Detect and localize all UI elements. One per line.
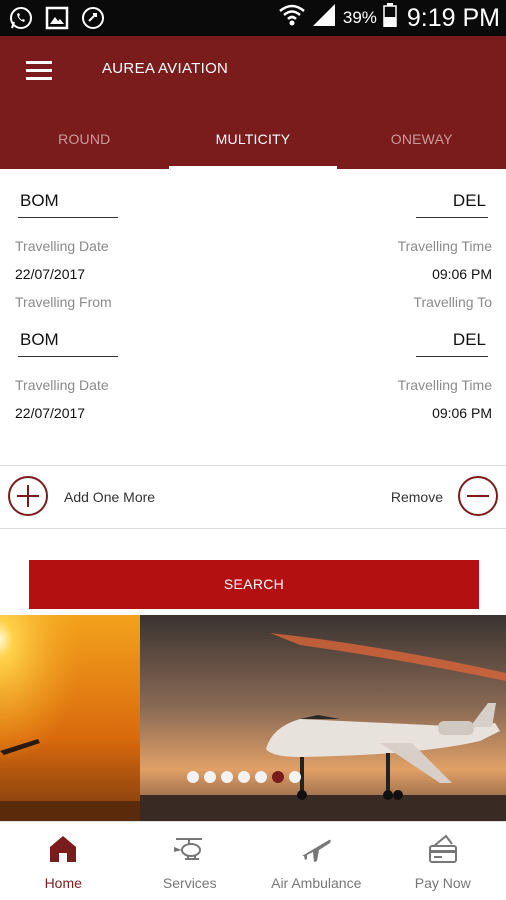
card-payment-icon [428,834,457,863]
nav-air-ambulance[interactable]: Air Ambulance [253,822,380,900]
carousel-dot[interactable] [221,771,233,783]
home-icon [50,836,77,862]
phone-sync-icon [80,5,106,31]
search-button[interactable]: SEARCH [29,560,479,609]
image-icon [44,5,70,31]
date-label: Travelling Date [15,238,109,254]
to-field[interactable]: DEL [416,191,488,218]
nav-label: Air Ambulance [271,875,362,891]
nav-label: Pay Now [414,875,471,891]
banner-image [0,615,506,821]
date-value[interactable]: 22/07/2017 [15,405,85,421]
time-value[interactable]: 09:06 PM [432,405,492,421]
banner-carousel[interactable] [0,615,506,821]
app-bar: AUREA AVIATION ROUND MULTICITY ONEWAY [0,36,506,169]
to-field[interactable]: DEL [416,330,488,357]
date-label: Travelling Date [15,377,109,393]
time-value[interactable]: 09:06 PM [432,266,492,282]
carousel-indicator [187,771,301,783]
airplane-icon [302,839,332,862]
whatsapp-icon [8,5,34,31]
battery-icon [383,3,397,33]
from-field[interactable]: BOM [18,330,118,357]
remove-icon[interactable] [458,476,498,516]
time-label: Travelling Time [397,238,492,254]
tab-round[interactable]: ROUND [0,116,169,169]
clock: 9:19 PM [406,3,500,32]
add-icon[interactable] [8,476,48,516]
remove-button[interactable]: Remove [391,489,443,505]
hamburger-menu-icon[interactable] [20,54,60,86]
tab-oneway[interactable]: ONEWAY [337,116,506,169]
date-value[interactable]: 22/07/2017 [15,266,85,282]
nav-label: Services [162,875,217,891]
carousel-dot-active[interactable] [272,771,284,783]
signal-icon [311,3,337,33]
segment-actions: Add One More Remove [0,466,506,528]
app-title: AUREA AVIATION [102,60,229,77]
nav-label: Home [44,875,82,891]
divider [0,528,506,529]
battery-percent: 39% [342,8,377,27]
to-label: Travelling To [413,294,492,310]
carousel-dot[interactable] [238,771,250,783]
bottom-navigation: Home Services Air Ambulance Pay Now [0,821,506,900]
carousel-dot[interactable] [204,771,216,783]
status-bar: 39% 9:19 PM [0,0,506,36]
helicopter-icon [173,838,202,860]
carousel-dot[interactable] [187,771,199,783]
nav-pay-now[interactable]: Pay Now [380,822,506,900]
trip-type-tabs: ROUND MULTICITY ONEWAY [0,116,506,169]
from-field[interactable]: BOM [18,191,118,218]
nav-services[interactable]: Services [127,822,254,900]
carousel-dot[interactable] [289,771,301,783]
from-label: Travelling From [15,294,112,310]
multicity-form: BOM DEL Travelling Date Travelling Time … [0,169,506,465]
time-label: Travelling Time [397,377,492,393]
wifi-icon [279,3,305,33]
nav-home[interactable]: Home [0,822,127,900]
carousel-dot[interactable] [255,771,267,783]
add-one-more-button[interactable]: Add One More [64,489,155,505]
tab-multicity[interactable]: MULTICITY [168,116,338,169]
